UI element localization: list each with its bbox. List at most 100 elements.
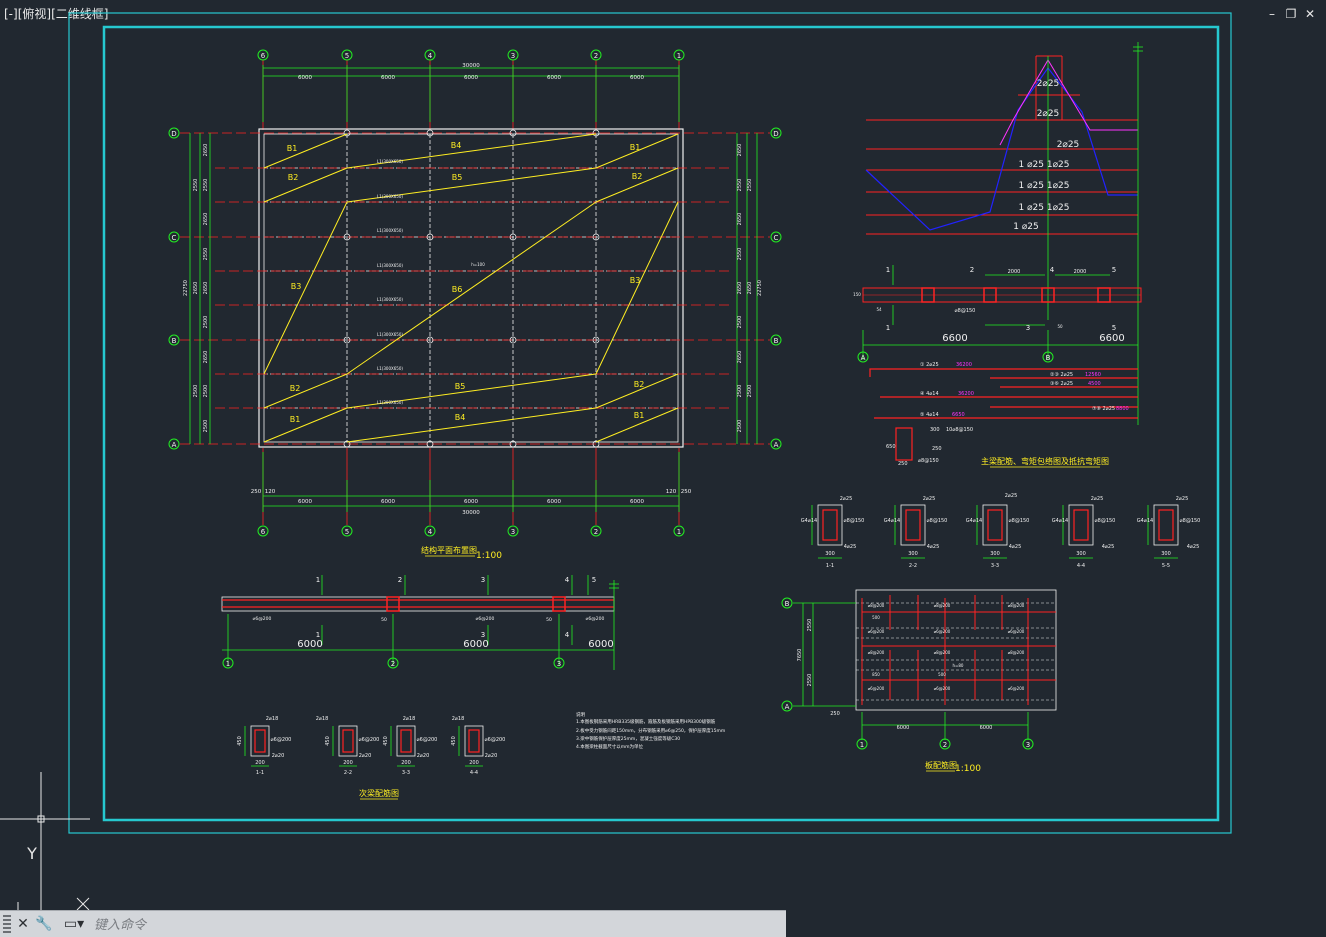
section-width: 200: [401, 760, 411, 766]
bar-label: ⑦⑧ 2⌀25: [1092, 406, 1115, 412]
plan-dim: 6000: [298, 75, 312, 81]
col-axis-label: 3: [511, 528, 515, 536]
row-axis-label: C: [774, 234, 779, 242]
bar-label: ④ 4⌀14: [920, 391, 939, 397]
slab-label: B5: [452, 173, 463, 182]
plan-vert-dim: 2500: [737, 316, 743, 329]
slab-label: B1: [290, 415, 301, 424]
axis-label: 2: [391, 660, 395, 668]
slab-dim: 2550: [807, 619, 813, 632]
notes-line: 1.本图板钢筋采用HRB335级钢筋，箍筋及板钢筋采用HPB300级钢筋: [576, 718, 716, 725]
plan-vert-overall: 22750: [183, 280, 189, 296]
section-name: 3-3: [402, 770, 410, 776]
section-width: 300: [990, 551, 1000, 557]
plan-vert-dim: 2650: [747, 282, 753, 295]
plan-vert-dim: 2650: [203, 351, 209, 364]
beam-label: L1(300X650): [377, 228, 403, 233]
section-top-bar: 2⌀18: [266, 716, 279, 722]
slab-rebar: ⌀8@200: [868, 603, 885, 608]
col-axis-label: 4: [428, 528, 433, 536]
section-width: 300: [1161, 551, 1171, 557]
section-top-bar: 2⌀18: [452, 716, 465, 722]
section-width: 300: [825, 551, 835, 557]
section-top-bar: 2⌀25: [840, 496, 853, 502]
close-icon: ✕: [17, 916, 29, 932]
section-top-bar: 2⌀18: [316, 716, 329, 722]
plan-edge-dim: 250: [681, 489, 692, 495]
span-dim: 6000: [297, 639, 322, 650]
slab-rebar-length: 850: [872, 672, 880, 677]
section-width: 200: [255, 760, 265, 766]
stirrup-dim: 650: [886, 444, 896, 450]
plan-vert-dim: 2550: [193, 179, 199, 192]
plan-edge-dim: 120: [265, 489, 276, 495]
beam-label: L1(300X650): [377, 194, 403, 199]
plan-dim: 6000: [464, 499, 478, 505]
section-name: 5-5: [1162, 563, 1170, 569]
section-mark: 3: [1026, 324, 1030, 332]
plan-vert-overall: 22750: [757, 280, 763, 296]
customize-button[interactable]: 🔧: [34, 914, 54, 934]
beam-label: L1(300X650): [377, 332, 403, 337]
row-axis-label: D: [171, 130, 176, 138]
section-mark: 4: [1050, 266, 1055, 274]
section-name: 4-4: [1077, 563, 1085, 569]
section-bottom-bar: 2⌀20: [417, 753, 430, 759]
section-mark: 5: [592, 576, 596, 584]
stirrup-dim: 300: [930, 427, 940, 433]
secondary-beam-title: 次梁配筋图: [359, 788, 399, 798]
slab-dim: 2550: [807, 674, 813, 687]
command-input[interactable]: [92, 914, 786, 936]
slab-rebar: ⌀6@200: [868, 686, 885, 691]
slab-dim: 6000: [897, 725, 910, 731]
bar-length: 36200: [956, 362, 972, 368]
stirrup-note: ⌀6@200: [586, 616, 605, 622]
bar-length: 36200: [958, 391, 974, 397]
plan-dim: 6000: [630, 75, 644, 81]
section-stirrup: ⌀8@150: [1009, 518, 1030, 524]
main-beam-diagram: 2⌀25 2⌀25 2⌀25 1 ⌀25 1⌀25 1 ⌀25 1⌀25 1 ⌀…: [853, 42, 1143, 468]
small-note: 50: [1057, 324, 1063, 329]
slab-label: B2: [632, 172, 643, 181]
section-stirrup: ⌀8@150: [844, 518, 865, 524]
section-mark: 3: [481, 631, 485, 639]
section-name: 4-4: [470, 770, 478, 776]
slab-label: B1: [634, 411, 645, 420]
section-mark: 3: [481, 576, 485, 584]
section-name: 3-3: [991, 563, 999, 569]
slab-label: B3: [291, 282, 302, 291]
main-beam-title: 主梁配筋、弯矩包络图及抵抗弯矩图: [981, 456, 1109, 466]
section-width: 300: [908, 551, 918, 557]
stirrup-note: ⌀6@200: [476, 616, 495, 622]
plan-vert-dim: 2650: [737, 144, 743, 157]
section-name: 1-1: [826, 563, 834, 569]
rebar-label: 2⌀25: [1057, 140, 1080, 150]
slab-rebar-length: 500: [872, 615, 880, 620]
slab-rebar: ⌀6@200: [1008, 629, 1025, 634]
slab-label: B5: [455, 382, 466, 391]
plan-vert-dim: 2650: [193, 282, 199, 295]
recent-commands-button[interactable]: ▭▾: [60, 914, 88, 934]
beam-label: L1(300X650): [377, 400, 403, 405]
bar-length: 12560: [1085, 372, 1101, 378]
notes-line: 3.梁中钢筋保护层厚度25mm，混凝土强度等级C30: [576, 735, 680, 742]
notes-line: 2.板中受力钢筋间距150mm，分布钢筋采用⌀6@250，保护层厚度15mm: [576, 727, 725, 734]
plan-vert-dim: 2650: [203, 282, 209, 295]
plan-vert-dim: 2500: [203, 385, 209, 398]
col-axis-label: 5: [345, 528, 349, 536]
beam-label: L1(300X650): [377, 263, 403, 268]
section-side-bar: G4⌀14: [1137, 518, 1153, 524]
section-stirrup: ⌀6@200: [359, 737, 380, 743]
slab-dim: 6000: [980, 725, 993, 731]
command-grip-handle[interactable]: [3, 915, 11, 933]
axis-label: 3: [557, 660, 561, 668]
axis-label: A: [861, 354, 866, 362]
plan-dim: 6000: [464, 75, 478, 81]
close-command-button[interactable]: ✕: [13, 914, 33, 934]
secondary-beam-elevation: 1 2 3 6000 6000 6000 1 2 3 4 5 1 3 4 ⌀6@…: [221, 575, 619, 670]
slab-rebar: ⌀6@200: [868, 629, 885, 634]
drawing-canvas[interactable]: 6 5 4 3 2 1 6 5 4 3 2 1 D C B A D C B A …: [0, 0, 1326, 910]
row-axis-label: B: [172, 337, 177, 345]
plan-vert-dim: 2550: [203, 248, 209, 261]
section-side-bar: G4⌀14: [1052, 518, 1068, 524]
